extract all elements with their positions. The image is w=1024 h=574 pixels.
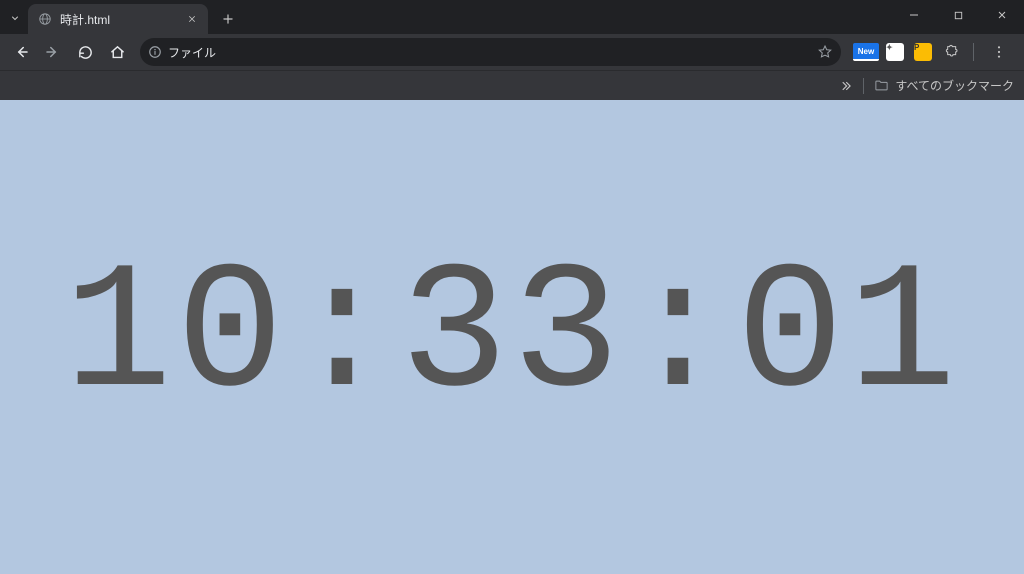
url-text: ファイル — [168, 44, 811, 61]
globe-icon — [38, 12, 52, 26]
minimize-icon — [908, 9, 920, 21]
tab-search-dropdown[interactable] — [6, 4, 24, 32]
close-icon — [996, 9, 1008, 21]
toolbar-divider — [973, 43, 974, 61]
extensions-row: New ✦ P — [849, 37, 1018, 67]
browser-tab[interactable]: 時計.html — [28, 4, 208, 34]
extension-new-badge[interactable]: New — [853, 43, 879, 61]
extension-2[interactable]: ✦ — [883, 40, 907, 64]
bookmarks-overflow-button[interactable] — [839, 79, 853, 93]
home-button[interactable] — [102, 37, 132, 67]
close-icon — [187, 14, 197, 24]
chevron-double-right-icon — [839, 79, 853, 93]
tab-close-button[interactable] — [184, 11, 200, 27]
arrow-right-icon — [44, 43, 62, 61]
bookmarks-bar: すべてのブックマーク — [0, 70, 1024, 100]
plus-icon — [221, 12, 235, 26]
address-bar[interactable]: ファイル — [140, 38, 841, 66]
tab-title: 時計.html — [60, 11, 176, 28]
back-button[interactable] — [6, 37, 36, 67]
star-icon — [817, 44, 833, 60]
puzzle-icon — [943, 44, 959, 60]
extensions-menu-button[interactable] — [939, 40, 963, 64]
close-window-button[interactable] — [980, 0, 1024, 30]
page-content: 10:33:01 — [0, 100, 1024, 574]
minimize-button[interactable] — [892, 0, 936, 30]
forward-button[interactable] — [38, 37, 68, 67]
extension-3-icon: P — [914, 43, 932, 61]
extension-3[interactable]: P — [911, 40, 935, 64]
bookmarks-divider — [863, 78, 864, 94]
titlebar: 時計.html — [0, 0, 1024, 34]
folder-icon — [874, 78, 889, 93]
arrow-left-icon — [12, 43, 30, 61]
toolbar: ファイル New ✦ P — [0, 34, 1024, 70]
clock-display: 10:33:01 — [64, 235, 960, 439]
maximize-button[interactable] — [936, 0, 980, 30]
kebab-menu-icon — [991, 44, 1007, 60]
home-icon — [109, 44, 126, 61]
chrome-menu-button[interactable] — [984, 37, 1014, 67]
extension-new-label: New — [858, 47, 874, 56]
bookmark-star-button[interactable] — [817, 44, 833, 60]
extension-2-icon: ✦ — [886, 43, 904, 61]
all-bookmarks-label: すべてのブックマーク — [895, 77, 1014, 94]
site-info-icon[interactable] — [148, 45, 162, 59]
all-bookmarks-button[interactable]: すべてのブックマーク — [874, 77, 1014, 94]
maximize-icon — [953, 10, 964, 21]
reload-button[interactable] — [70, 37, 100, 67]
new-tab-button[interactable] — [214, 5, 242, 33]
chevron-down-icon — [9, 12, 21, 24]
window-controls — [892, 0, 1024, 30]
reload-icon — [77, 44, 94, 61]
